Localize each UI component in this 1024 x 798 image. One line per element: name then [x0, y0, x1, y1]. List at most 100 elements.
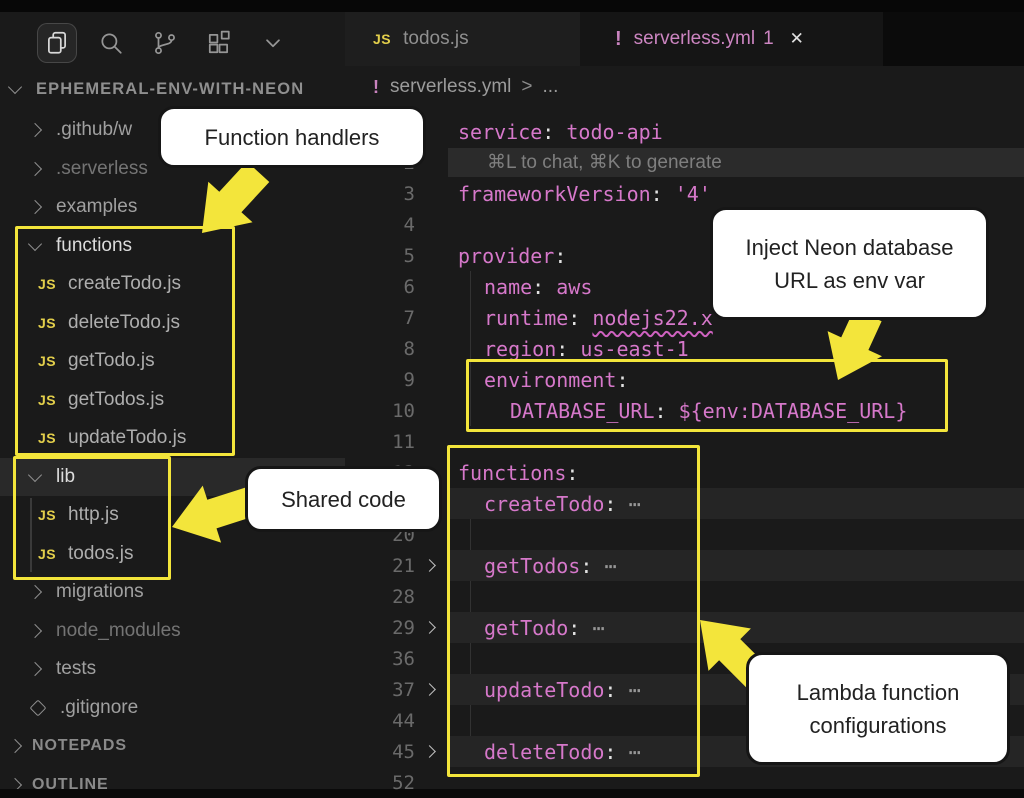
- tree-item-label: deleteTodo.js: [68, 312, 180, 334]
- code-line-10[interactable]: 10 DATABASE_URL: ${env:DATABASE_URL}: [345, 395, 1024, 426]
- section-label: NOTEPADS: [32, 737, 127, 755]
- files-icon[interactable]: [38, 24, 76, 62]
- yaml-key: DATABASE_URL: [510, 399, 655, 423]
- line-number: 52: [345, 772, 415, 794]
- breadcrumb-separator-icon: >: [521, 76, 532, 98]
- code-line-1[interactable]: 1service: todo-api: [345, 116, 1024, 147]
- yaml-value: nodejs22.x: [592, 306, 712, 330]
- yaml-key: getTodo: [484, 616, 568, 640]
- tree-item-functions[interactable]: functions: [0, 227, 345, 266]
- tree-item-label: node_modules: [56, 620, 181, 642]
- yaml-key: service: [458, 120, 542, 144]
- yaml-key: createTodo: [484, 492, 604, 516]
- source-control-icon[interactable]: [146, 24, 184, 62]
- colon: :: [532, 275, 544, 299]
- chevron-down-icon: [28, 237, 42, 251]
- chevron-right-icon: [28, 624, 42, 638]
- code-line-9[interactable]: 9environment:: [345, 364, 1024, 395]
- tree-item-createtodo-js[interactable]: JScreateTodo.js: [0, 265, 345, 304]
- fold-ellipsis-icon: ⋯: [592, 554, 616, 578]
- sidebar-section-outline[interactable]: OUTLINE: [0, 766, 345, 790]
- tree-item-gettodo-js[interactable]: JSgetTodo.js: [0, 342, 345, 381]
- tree-item-deletetodo-js[interactable]: JSdeleteTodo.js: [0, 304, 345, 343]
- breadcrumb-file[interactable]: serverless.yml: [390, 76, 511, 98]
- close-icon[interactable]: ✕: [790, 29, 804, 49]
- code-line-8[interactable]: 8 region: us-east-1: [345, 333, 1024, 364]
- tree-item-gettodos-js[interactable]: JSgetTodos.js: [0, 381, 345, 420]
- tree-item-todos-js[interactable]: JStodos.js: [0, 535, 345, 574]
- yaml-key: updateTodo: [484, 678, 604, 702]
- colon: :: [651, 182, 663, 206]
- fold-ellipsis-icon: ⋯: [616, 678, 640, 702]
- yaml-key: frameworkVersion: [458, 182, 651, 206]
- code-line-11[interactable]: 11: [345, 426, 1024, 457]
- tree-item-label: tests: [56, 658, 96, 680]
- ai-hint-text: ⌘L to chat, ⌘K to generate: [487, 151, 722, 174]
- tree-item-migrations[interactable]: migrations: [0, 573, 345, 612]
- code-line-28[interactable]: 28: [345, 581, 1024, 612]
- code-line-12[interactable]: 12functions:: [345, 457, 1024, 488]
- line-number: 8: [345, 338, 415, 360]
- explorer-root-folder[interactable]: EPHEMERAL-ENV-WITH-NEON: [0, 74, 345, 104]
- code-text: service: todo-api: [443, 120, 663, 144]
- tree-item-gitignore[interactable]: .gitignore: [0, 689, 345, 728]
- tree-item-updatetodo-js[interactable]: JSupdateTodo.js: [0, 419, 345, 458]
- tree-item-label: todos.js: [68, 543, 133, 565]
- code-line-29[interactable]: 29getTodo: ⋯: [345, 612, 1024, 643]
- tab-todos-js[interactable]: JStodos.js: [345, 12, 580, 66]
- chevron-down-icon: [8, 80, 22, 94]
- chevron-down-icon[interactable]: [254, 24, 292, 62]
- sidebar-section-notepads[interactable]: NOTEPADS: [0, 727, 345, 766]
- yaml-key: getTodos: [484, 554, 580, 578]
- space: [554, 120, 566, 144]
- code-line-2[interactable]: ⌘L to chat, ⌘K to generate2: [345, 147, 1024, 178]
- fold-chevron-icon: [423, 559, 436, 572]
- code-line-3[interactable]: 3frameworkVersion: '4': [345, 178, 1024, 209]
- breadcrumb-more[interactable]: ...: [543, 76, 559, 98]
- tree-item-label: getTodos.js: [68, 389, 164, 411]
- tree-item-tests[interactable]: tests: [0, 650, 345, 689]
- yaml-value: todo-api: [566, 120, 662, 144]
- code-text: getTodos: ⋯: [443, 554, 616, 578]
- code-text: DATABASE_URL: ${env:DATABASE_URL}: [443, 399, 907, 423]
- line-number: 6: [345, 276, 415, 298]
- js-icon: JS: [38, 507, 68, 523]
- search-icon[interactable]: [92, 24, 130, 62]
- code-text: getTodo: ⋯: [443, 616, 604, 640]
- callout-inject-neon: Inject Neon database URL as env var: [710, 207, 989, 320]
- colon: :: [568, 306, 580, 330]
- line-number: 28: [345, 586, 415, 608]
- tree-item-label: createTodo.js: [68, 273, 181, 295]
- code-text: provider:: [443, 244, 566, 268]
- js-icon: JS: [373, 31, 391, 47]
- code-line-13[interactable]: 13createTodo: ⋯: [345, 488, 1024, 519]
- space: [580, 306, 592, 330]
- code-line-52[interactable]: 52: [345, 767, 1024, 798]
- line-number: 45: [345, 741, 415, 763]
- space: [544, 275, 556, 299]
- warning-icon: !: [373, 77, 379, 98]
- code-text: region: us-east-1: [443, 337, 689, 361]
- fold-slot[interactable]: [415, 561, 443, 570]
- extensions-icon[interactable]: [200, 24, 238, 62]
- yaml-key: environment: [484, 368, 616, 392]
- fold-slot[interactable]: [415, 623, 443, 632]
- tree-item-examples[interactable]: examples: [0, 188, 345, 227]
- line-number: 10: [345, 400, 415, 422]
- tab-serverless-yml[interactable]: !serverless.yml1✕: [580, 12, 883, 66]
- code-text: frameworkVersion: '4': [443, 182, 711, 206]
- fold-slot[interactable]: [415, 685, 443, 694]
- line-number: 7: [345, 307, 415, 329]
- colon: :: [604, 492, 616, 516]
- chevron-right-icon: [28, 662, 42, 676]
- code-line-20[interactable]: 20: [345, 519, 1024, 550]
- line-number: 5: [345, 245, 415, 267]
- modified-badge: 1: [763, 28, 774, 50]
- code-line-21[interactable]: 21getTodos: ⋯: [345, 550, 1024, 581]
- space: [663, 182, 675, 206]
- tree-item-node-modules[interactable]: node_modules: [0, 612, 345, 651]
- line-number: 36: [345, 648, 415, 670]
- callout-function-handlers: Function handlers: [158, 106, 426, 168]
- fold-slot[interactable]: [415, 747, 443, 756]
- tree-item-label: http.js: [68, 504, 119, 526]
